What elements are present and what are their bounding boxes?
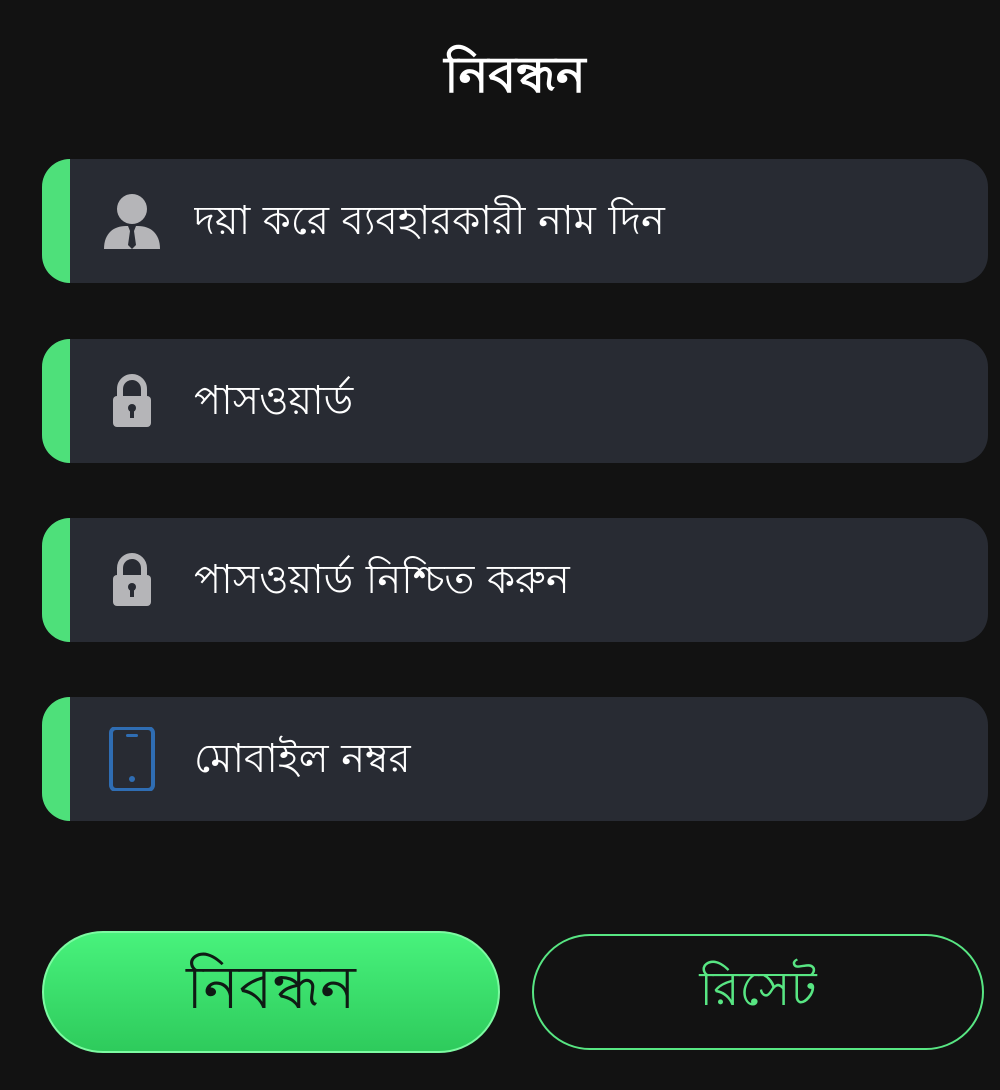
field-accent-bar bbox=[42, 697, 70, 821]
field-accent-bar bbox=[42, 518, 70, 642]
confirm-password-field[interactable] bbox=[42, 518, 988, 642]
page-title: নিবন্ধন bbox=[444, 46, 586, 104]
username-input[interactable] bbox=[194, 159, 964, 283]
field-accent-bar bbox=[42, 159, 70, 283]
reset-button[interactable]: রিসেট bbox=[532, 934, 984, 1050]
lock-icon bbox=[100, 548, 164, 612]
confirm-password-input[interactable] bbox=[194, 518, 964, 642]
field-accent-bar bbox=[42, 339, 70, 463]
mobile-input[interactable] bbox=[194, 697, 964, 821]
password-field[interactable] bbox=[42, 339, 988, 463]
register-button[interactable]: নিবন্ধন bbox=[42, 931, 500, 1053]
password-input[interactable] bbox=[194, 339, 964, 463]
username-field[interactable] bbox=[42, 159, 988, 283]
mobile-field[interactable] bbox=[42, 697, 988, 821]
user-icon bbox=[100, 189, 164, 253]
mobile-phone-icon bbox=[100, 727, 164, 791]
lock-icon bbox=[100, 369, 164, 433]
